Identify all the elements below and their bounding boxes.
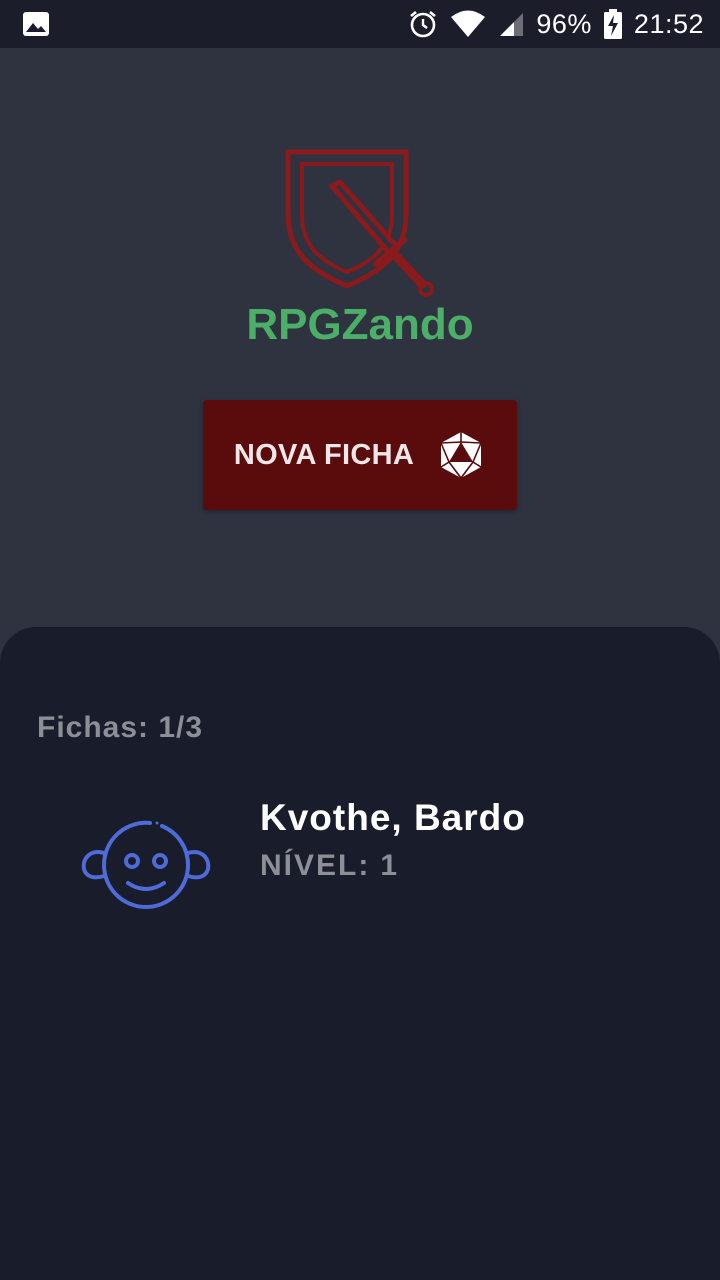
clock: 21:52	[633, 8, 704, 39]
sheets-panel: Fichas: 1/3 Kvothe, Bardo NÍVEL: 1	[0, 627, 720, 1280]
wifi-icon	[451, 10, 486, 37]
new-sheet-button-label: NOVA FICHA	[233, 438, 415, 471]
sheets-count: Fichas: 1/3	[37, 711, 203, 745]
character-level-value: 1	[380, 849, 400, 882]
baby-face-icon	[81, 820, 211, 909]
character-level: NÍVEL: 1	[260, 849, 399, 883]
shield-sword-icon	[285, 149, 434, 297]
signal-icon	[500, 13, 524, 36]
character-sheet-item[interactable]: Kvothe, Bardo NÍVEL: 1	[40, 787, 680, 927]
character-name: Kvothe, Bardo	[260, 797, 526, 838]
alarm-icon	[410, 10, 437, 38]
battery-charging-icon	[603, 9, 622, 39]
sheets-count-label: Fichas:	[37, 711, 150, 744]
status-bar: 96% 21:52	[0, 0, 720, 48]
image-icon	[23, 12, 49, 36]
header-area: RPGZando NOVA FICHA	[0, 48, 720, 648]
battery-percent: 96%	[536, 8, 592, 39]
d20-dice-icon	[440, 432, 482, 480]
character-level-label: NÍVEL:	[260, 849, 371, 882]
new-sheet-button[interactable]: NOVA FICHA	[203, 400, 517, 510]
sheets-count-value: 1/3	[158, 711, 204, 744]
app-title: RPGZando	[246, 300, 474, 349]
